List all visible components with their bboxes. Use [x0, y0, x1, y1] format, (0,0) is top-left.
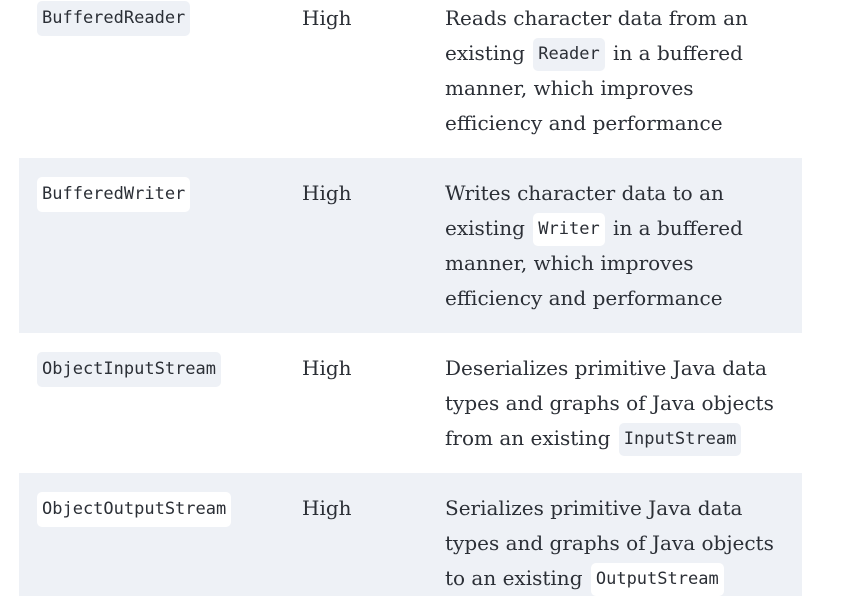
class-name-cell: ObjectOutputStream: [37, 491, 232, 527]
description-cell: Writes character data to an existing Wri…: [445, 176, 795, 316]
description-cell: Reads character data from an existing Re…: [445, 1, 795, 141]
table-row: ObjectInputStream High Deserializes prim…: [19, 333, 802, 473]
rank-cell: High: [302, 181, 352, 205]
class-name-cell: BufferedWriter: [37, 176, 191, 212]
description-code: OutputStream: [590, 563, 724, 596]
description-cell: Serializes primitive Java data types and…: [445, 491, 795, 596]
class-name-code: ObjectInputStream: [37, 352, 221, 387]
class-name-code: BufferedReader: [37, 1, 191, 36]
description-code: Reader: [533, 38, 605, 71]
rank-cell: High: [302, 496, 352, 520]
class-name-code: BufferedWriter: [37, 177, 191, 212]
table-row: BufferedWriter High Writes character dat…: [19, 158, 802, 333]
rank-cell: High: [302, 6, 352, 30]
table-row: ObjectOutputStream High Serializes primi…: [19, 473, 802, 596]
description-code: Writer: [533, 213, 605, 246]
class-name-cell: BufferedReader: [37, 0, 191, 36]
description-code: InputStream: [618, 423, 742, 456]
io-classes-table: BufferedReader High Reads character data…: [19, 0, 802, 596]
description-cell: Deserializes primitive Java data types a…: [445, 351, 795, 456]
rank-cell: High: [302, 356, 352, 380]
class-name-cell: ObjectInputStream: [37, 351, 221, 387]
class-name-code: ObjectOutputStream: [37, 492, 232, 527]
table-row: BufferedReader High Reads character data…: [19, 0, 802, 158]
